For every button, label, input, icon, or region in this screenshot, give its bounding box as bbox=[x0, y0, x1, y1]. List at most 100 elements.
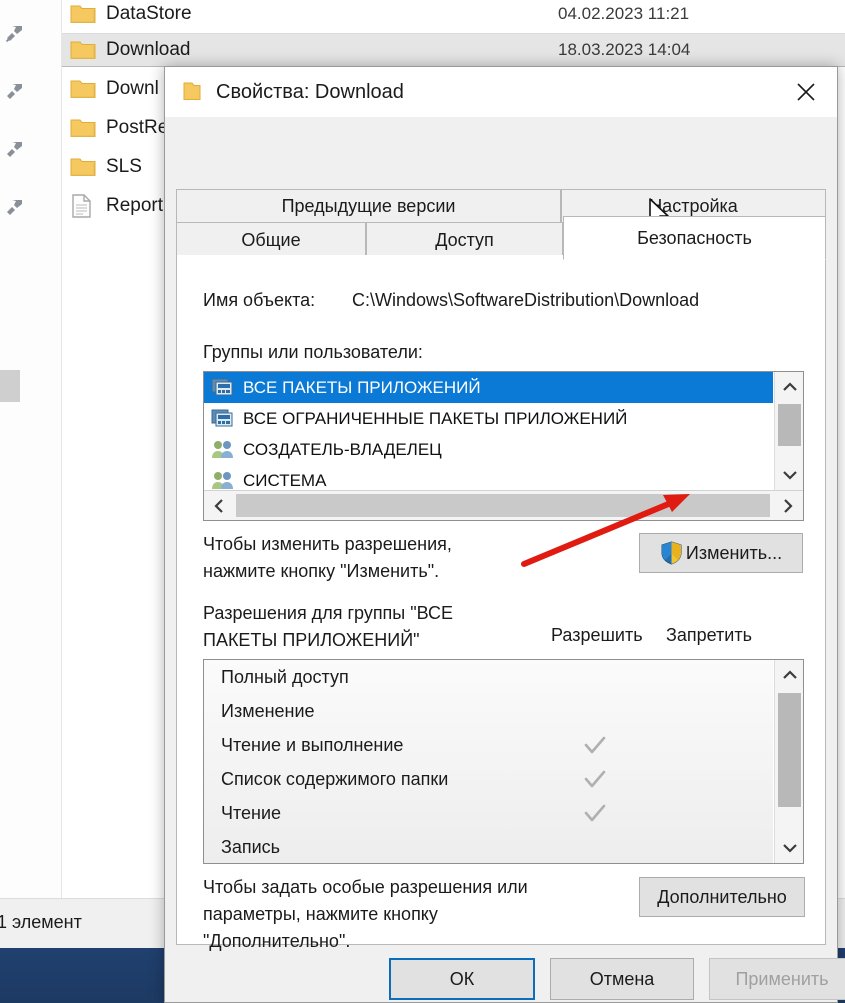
scroll-up-icon[interactable] bbox=[775, 660, 803, 690]
list-item[interactable]: Чтение bbox=[204, 796, 773, 830]
allow-checkmark-icon bbox=[582, 800, 608, 826]
list-item[interactable]: Чтение и выполнение bbox=[204, 728, 773, 762]
dialog-title: Свойства: Download bbox=[216, 80, 404, 103]
permissions-header-line1: Разрешения для группы "ВСЕ bbox=[203, 603, 454, 623]
cancel-button-label: Отмена bbox=[589, 968, 655, 989]
list-item[interactable]: Запись bbox=[204, 830, 773, 863]
nav-scroll-block[interactable] bbox=[0, 370, 20, 402]
advanced-hint-line1: Чтобы задать особые разрешения или bbox=[203, 877, 528, 897]
permission-name: Чтение bbox=[221, 802, 282, 823]
apply-button-label: Применить bbox=[735, 968, 829, 989]
scroll-thumb[interactable] bbox=[236, 494, 770, 517]
folder-icon bbox=[70, 156, 100, 178]
allow-checkmark-icon bbox=[582, 766, 608, 792]
file-name: SLS bbox=[106, 156, 142, 177]
dialog-body: Предыдущие версии Настройка Общие Доступ… bbox=[165, 117, 845, 1002]
edit-permissions-button[interactable]: Изменить... bbox=[639, 533, 803, 573]
close-icon[interactable] bbox=[775, 67, 837, 117]
scroll-down-icon[interactable] bbox=[775, 833, 803, 863]
tab-label: Безопасность bbox=[637, 227, 752, 248]
users-icon bbox=[211, 470, 237, 491]
apply-button[interactable]: Применить bbox=[709, 958, 845, 1000]
change-hint-line2: нажмите кнопку "Изменить". bbox=[203, 561, 440, 581]
permissions-listbox[interactable]: Полный доступ Изменение Чтение и выполне… bbox=[203, 659, 804, 864]
folder-icon bbox=[70, 117, 100, 139]
list-item[interactable]: СОЗДАТЕЛЬ-ВЛАДЕЛЕЦ bbox=[204, 434, 773, 465]
file-name: DataStore bbox=[106, 3, 192, 24]
group-name: ВСЕ ПАКЕТЫ ПРИЛОЖЕНИЙ bbox=[243, 377, 481, 397]
tab-previous-versions[interactable]: Предыдущие версии bbox=[176, 189, 561, 223]
scroll-thumb[interactable] bbox=[778, 693, 801, 807]
groups-horizontal-scrollbar[interactable] bbox=[204, 490, 803, 520]
group-name: СИСТЕМА bbox=[243, 470, 327, 490]
pin-icon[interactable] bbox=[4, 196, 26, 218]
file-date: 18.03.2023 14:04 bbox=[558, 40, 691, 59]
permissions-list-items: Полный доступ Изменение Чтение и выполне… bbox=[204, 660, 773, 863]
tab-general[interactable]: Общие bbox=[176, 222, 366, 258]
permission-name: Запись bbox=[221, 836, 281, 857]
column-header-allow: Разрешить bbox=[551, 625, 643, 645]
folder-icon bbox=[181, 80, 203, 104]
file-name: Download bbox=[106, 39, 191, 60]
file-name: Report bbox=[106, 195, 164, 216]
groups-list-items: ВСЕ ПАКЕТЫ ПРИЛОЖЕНИЙ ВСЕ ОГРАНИЧЕННЫЕ П… bbox=[204, 372, 773, 490]
navigation-pin-strip bbox=[0, 0, 62, 930]
object-name-value: C:\Windows\SoftwareDistribution\Download bbox=[352, 290, 700, 310]
ok-button-label: ОК bbox=[449, 968, 475, 989]
dialog-title-bar: Свойства: Download bbox=[165, 67, 837, 117]
list-item[interactable]: Изменение bbox=[204, 694, 773, 728]
permission-name: Список содержимого папки bbox=[221, 768, 449, 789]
allow-checkmark-icon bbox=[582, 732, 608, 758]
advanced-hint-line2: параметры, нажмите кнопку bbox=[203, 904, 438, 924]
tab-label: Общие bbox=[241, 229, 301, 250]
group-name: СОЗДАТЕЛЬ-ВЛАДЕЛЕЦ bbox=[243, 439, 442, 459]
pin-icon[interactable] bbox=[4, 138, 26, 160]
cancel-button[interactable]: Отмена bbox=[550, 958, 694, 1000]
advanced-button-label: Дополнительно bbox=[657, 886, 787, 907]
groups-vertical-scrollbar[interactable] bbox=[774, 372, 803, 490]
pin-icon[interactable] bbox=[4, 22, 26, 44]
tab-sharing[interactable]: Доступ bbox=[366, 222, 563, 258]
tab-label: Доступ bbox=[435, 229, 494, 250]
list-item[interactable]: Полный доступ bbox=[204, 660, 773, 694]
permissions-vertical-scrollbar[interactable] bbox=[774, 660, 803, 863]
table-row[interactable]: DataStore 04.02.2023 11:21 Па bbox=[62, 0, 845, 31]
pin-icon[interactable] bbox=[4, 80, 26, 102]
permission-name: Полный доступ bbox=[221, 666, 349, 687]
list-item[interactable]: ВСЕ ОГРАНИЧЕННЫЕ ПАКЕТЫ ПРИЛОЖЕНИЙ bbox=[204, 403, 773, 434]
document-icon bbox=[70, 193, 100, 219]
app-package-icon bbox=[211, 377, 237, 399]
advanced-button[interactable]: Дополнительно bbox=[639, 877, 805, 917]
tab-label: Настройка bbox=[649, 195, 738, 216]
tab-security[interactable]: Безопасность bbox=[563, 216, 826, 260]
status-text: н 1 элемент bbox=[0, 912, 82, 932]
table-row[interactable]: Download 18.03.2023 14:04 Па bbox=[62, 33, 845, 67]
object-name-label: Имя объекта: bbox=[203, 290, 316, 310]
uac-shield-icon bbox=[660, 541, 683, 565]
tab-strip: Предыдущие версии Настройка Общие Доступ… bbox=[176, 189, 826, 260]
tab-label: Предыдущие версии bbox=[281, 195, 456, 216]
permissions-header-line2: ПАКЕТЫ ПРИЛОЖЕНИЙ" bbox=[203, 630, 420, 650]
scroll-thumb[interactable] bbox=[778, 404, 801, 446]
list-item[interactable]: СИСТЕМА bbox=[204, 465, 773, 490]
ok-button[interactable]: ОК bbox=[389, 958, 535, 1000]
properties-dialog: Свойства: Download Предыдущие версии Нас… bbox=[164, 66, 845, 1003]
groups-listbox[interactable]: ВСЕ ПАКЕТЫ ПРИЛОЖЕНИЙ ВСЕ ОГРАНИЧЕННЫЕ П… bbox=[203, 371, 804, 521]
scroll-right-icon[interactable] bbox=[773, 491, 803, 520]
scroll-left-icon[interactable] bbox=[204, 491, 234, 520]
screen-root: DataStore 04.02.2023 11:21 Па Download 1… bbox=[0, 0, 845, 1003]
list-item[interactable]: Список содержимого папки bbox=[204, 762, 773, 796]
app-package-icon bbox=[211, 408, 237, 430]
advanced-hint-line3: "Дополнительно". bbox=[203, 931, 351, 951]
scroll-up-icon[interactable] bbox=[775, 372, 803, 402]
list-item[interactable]: ВСЕ ПАКЕТЫ ПРИЛОЖЕНИЙ bbox=[204, 372, 773, 403]
scroll-down-icon[interactable] bbox=[775, 460, 803, 490]
permission-name: Чтение и выполнение bbox=[221, 734, 404, 755]
edit-permissions-label: Изменить... bbox=[685, 542, 783, 563]
column-header-deny: Запретить bbox=[666, 625, 752, 645]
folder-icon bbox=[70, 78, 100, 100]
users-icon bbox=[211, 439, 237, 461]
group-name: ВСЕ ОГРАНИЧЕННЫЕ ПАКЕТЫ ПРИЛОЖЕНИЙ bbox=[243, 408, 628, 428]
security-tab-page: Имя объекта: C:\Windows\SoftwareDistribu… bbox=[176, 255, 826, 951]
permission-name: Изменение bbox=[221, 700, 315, 721]
